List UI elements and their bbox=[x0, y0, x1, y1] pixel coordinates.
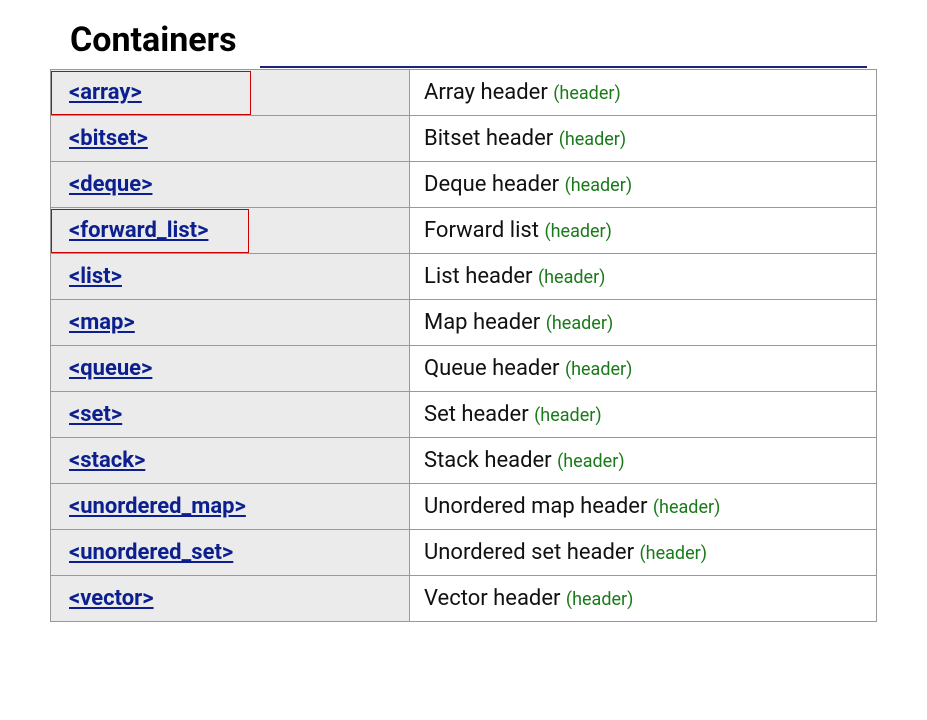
header-name-cell: <forward_list> bbox=[50, 208, 410, 253]
table-row: <bitset> Bitset header (header) bbox=[50, 115, 877, 162]
header-link-map[interactable]: <map> bbox=[69, 310, 135, 335]
header-link-vector[interactable]: <vector> bbox=[69, 586, 154, 611]
header-link-array[interactable]: <array> bbox=[69, 80, 142, 105]
header-desc-cell: Unordered set header (header) bbox=[410, 530, 877, 575]
header-tag: (header) bbox=[565, 359, 632, 380]
desc-text: Vector header bbox=[424, 586, 560, 611]
header-tag: (header) bbox=[565, 175, 632, 196]
header-name-cell: <unordered_set> bbox=[50, 530, 410, 575]
table-row: <unordered_set> Unordered set header (he… bbox=[50, 529, 877, 576]
desc-text: Unordered set header bbox=[424, 540, 634, 565]
header-tag: (header) bbox=[553, 83, 620, 104]
header-name-cell: <stack> bbox=[50, 438, 410, 483]
desc-text: Stack header bbox=[424, 448, 552, 473]
header-tag: (header) bbox=[538, 267, 605, 288]
header-link-list[interactable]: <list> bbox=[69, 264, 122, 289]
header-link-stack[interactable]: <stack> bbox=[69, 448, 145, 473]
header-desc-cell: Map header (header) bbox=[410, 300, 877, 345]
table-row: <array> Array header (header) bbox=[50, 69, 877, 116]
desc-text: Map header bbox=[424, 310, 540, 335]
table-row: <list> List header (header) bbox=[50, 253, 877, 300]
header-tag: (header) bbox=[546, 313, 613, 334]
header-name-cell: <bitset> bbox=[50, 116, 410, 161]
header-name-cell: <queue> bbox=[50, 346, 410, 391]
header-tag: (header) bbox=[640, 543, 707, 564]
header-tag: (header) bbox=[534, 405, 601, 426]
header-desc-cell: Deque header (header) bbox=[410, 162, 877, 207]
header-name-cell: <map> bbox=[50, 300, 410, 345]
header-link-deque[interactable]: <deque> bbox=[69, 172, 152, 197]
header-name-cell: <array> bbox=[50, 70, 410, 115]
desc-text: Forward list bbox=[424, 218, 539, 243]
header-tag: (header) bbox=[653, 497, 720, 518]
header-tag: (header) bbox=[559, 129, 626, 150]
table-row: <deque> Deque header (header) bbox=[50, 161, 877, 208]
table-row: <unordered_map> Unordered map header (he… bbox=[50, 483, 877, 530]
header-link-unordered-map[interactable]: <unordered_map> bbox=[69, 494, 246, 519]
header-desc-cell: List header (header) bbox=[410, 254, 877, 299]
header-link-unordered-set[interactable]: <unordered_set> bbox=[69, 540, 233, 565]
header-name-cell: <list> bbox=[50, 254, 410, 299]
header-link-queue[interactable]: <queue> bbox=[69, 356, 152, 381]
header-link-forward-list[interactable]: <forward_list> bbox=[69, 218, 208, 243]
desc-text: Queue header bbox=[424, 356, 559, 381]
header-desc-cell: Queue header (header) bbox=[410, 346, 877, 391]
header-desc-cell: Bitset header (header) bbox=[410, 116, 877, 161]
header-name-cell: <vector> bbox=[50, 576, 410, 621]
header-desc-cell: Stack header (header) bbox=[410, 438, 877, 483]
header-tag: (header) bbox=[566, 589, 633, 610]
header-tag: (header) bbox=[544, 221, 611, 242]
containers-table: <array> Array header (header) <bitset> B… bbox=[50, 70, 877, 622]
header-desc-cell: Set header (header) bbox=[410, 392, 877, 437]
header-tag: (header) bbox=[557, 451, 624, 472]
desc-text: Set header bbox=[424, 402, 529, 427]
desc-text: Bitset header bbox=[424, 126, 553, 151]
header-link-set[interactable]: <set> bbox=[69, 402, 122, 427]
table-row: <set> Set header (header) bbox=[50, 391, 877, 438]
header-name-cell: <deque> bbox=[50, 162, 410, 207]
table-row: <queue> Queue header (header) bbox=[50, 345, 877, 392]
header-name-cell: <unordered_map> bbox=[50, 484, 410, 529]
desc-text: Unordered map header bbox=[424, 494, 647, 519]
table-row: <map> Map header (header) bbox=[50, 299, 877, 346]
header-desc-cell: Array header (header) bbox=[410, 70, 877, 115]
table-row: <forward_list> Forward list (header) bbox=[50, 207, 877, 254]
desc-text: List header bbox=[424, 264, 533, 289]
page-title: Containers bbox=[70, 20, 877, 60]
header-desc-cell: Unordered map header (header) bbox=[410, 484, 877, 529]
header-desc-cell: Forward list (header) bbox=[410, 208, 877, 253]
header-desc-cell: Vector header (header) bbox=[410, 576, 877, 621]
table-row: <stack> Stack header (header) bbox=[50, 437, 877, 484]
title-underline bbox=[260, 66, 867, 68]
desc-text: Array header bbox=[424, 80, 548, 105]
desc-text: Deque header bbox=[424, 172, 559, 197]
highlighted-block: <unordered_map> Unordered map header (he… bbox=[50, 484, 877, 576]
table-row: <vector> Vector header (header) bbox=[50, 575, 877, 622]
header-name-cell: <set> bbox=[50, 392, 410, 437]
header-link-bitset[interactable]: <bitset> bbox=[69, 126, 148, 151]
